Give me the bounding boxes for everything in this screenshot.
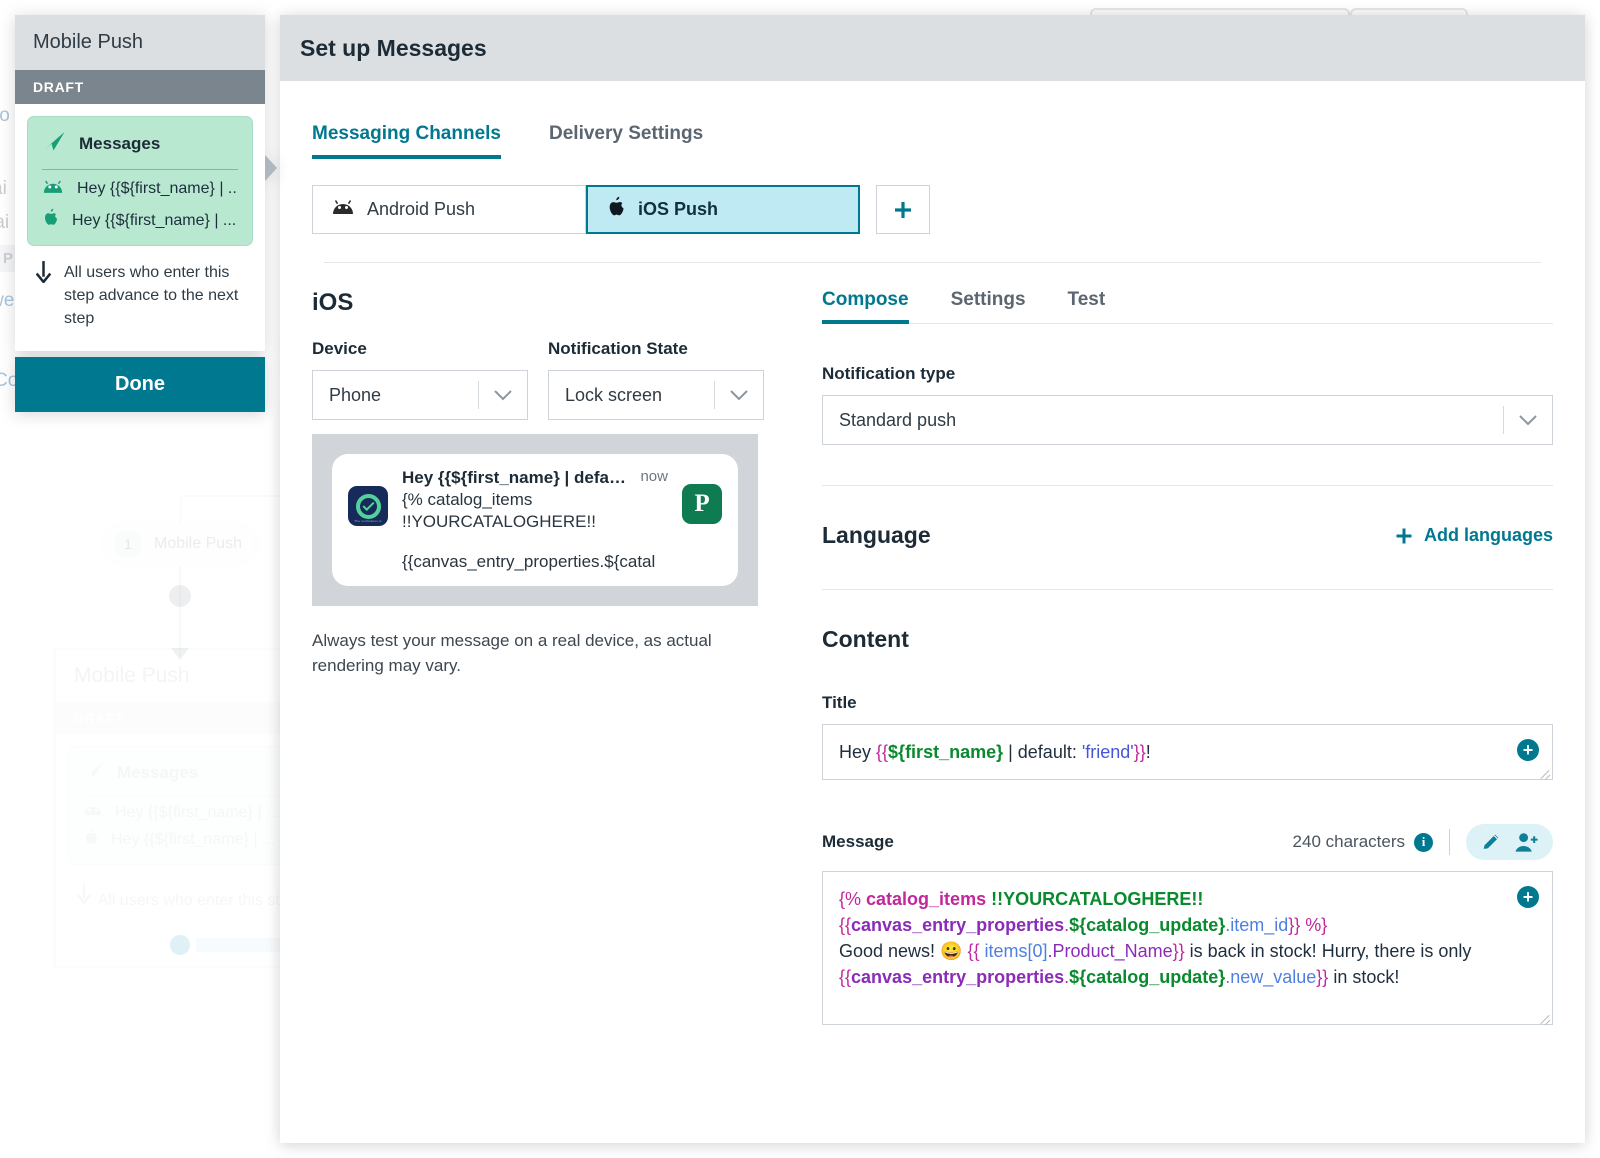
android-icon (42, 179, 64, 199)
down-arrow-icon (33, 260, 54, 331)
message-row-android[interactable]: Hey {{${first_name} | ... (42, 170, 238, 199)
chevron-down-icon (715, 389, 763, 401)
pencil-icon[interactable] (1480, 831, 1502, 853)
title-field-label: Title (822, 693, 857, 712)
step-advance-note: All users who enter this step advance to… (27, 246, 253, 339)
background-canvas-node: 1 Mobile Push (100, 522, 260, 566)
preview-column: iOS Device Phone Notification State Lock… (312, 289, 782, 1025)
down-arrow-icon (74, 884, 98, 909)
character-count-label: 240 characters (1292, 832, 1405, 852)
setup-messages-modal: Set up Messages Messaging Channels Deliv… (280, 15, 1585, 1143)
insert-personalization-message-button[interactable]: + (1517, 886, 1539, 909)
notification-time: now (640, 468, 668, 485)
message-row-ios[interactable]: Hey {{${first_name} | ... (42, 199, 238, 233)
channel-selector: Android Push iOS Push (312, 185, 1553, 234)
step-detail-panel: Mobile Push DRAFT Messages Hey {{${first… (15, 15, 277, 412)
background-message-label: Hey {{${first_name} | ... (115, 803, 280, 821)
notification-thumbnail: P (682, 484, 722, 524)
message-row-label: Hey {{${first_name} | ... (72, 211, 237, 229)
channel-label: iOS Push (638, 199, 719, 219)
apple-icon (83, 828, 99, 852)
tab-compose[interactable]: Compose (822, 289, 909, 324)
notification-type-label: Notification type (822, 364, 956, 383)
add-channel-button[interactable] (876, 185, 930, 234)
background-node-number: 1 (114, 530, 142, 558)
done-button[interactable]: Done (15, 356, 265, 412)
panel-collapse-handle-icon[interactable] (265, 155, 277, 181)
background-edge-word: ai (0, 178, 7, 199)
insert-personalization-title-button[interactable]: + (1517, 739, 1539, 761)
messages-card-title: Messages (79, 133, 161, 153)
messages-card[interactable]: Messages Hey {{${first_name} | ... Hey {… (27, 116, 253, 246)
notification-preview: The notification is Hey {{${first_name} … (312, 434, 758, 606)
channel-android-push[interactable]: Android Push (312, 185, 586, 234)
notification-card: The notification is Hey {{${first_name} … (332, 454, 738, 586)
background-node-label: Mobile Push (154, 535, 243, 552)
compose-column: Compose Settings Test Notification type … (822, 289, 1553, 1026)
plus-icon (895, 201, 911, 218)
message-textarea[interactable]: {% catalog_items !!YOURCATALOGHERE!! {{ca… (822, 871, 1553, 1026)
notification-state-select[interactable]: Lock screen (548, 370, 764, 420)
notification-title: Hey {{${first_name} | default: 'frien... (402, 468, 626, 487)
apple-icon (42, 208, 59, 233)
add-languages-label: Add languages (1423, 525, 1553, 545)
android-icon (331, 199, 355, 220)
info-icon[interactable]: i (1414, 832, 1433, 852)
chevron-down-icon (1504, 414, 1552, 426)
background-card-title: Messages (117, 762, 199, 782)
notification-type-value: Standard push (839, 409, 957, 430)
paper-plane-icon (42, 129, 66, 158)
modal-header: Set up Messages (280, 15, 1585, 81)
background-edge-word: rai (0, 212, 10, 233)
message-tools (1466, 824, 1553, 861)
step-status-badge: DRAFT (15, 70, 265, 104)
tab-test[interactable]: Test (1068, 289, 1106, 323)
plus-icon (1396, 528, 1412, 543)
section-divider (822, 485, 1553, 486)
title-input[interactable]: Hey {{${first_name} | default: 'friend'}… (822, 724, 1553, 781)
device-label: Device (312, 339, 367, 358)
divider (1449, 829, 1450, 856)
add-person-icon[interactable] (1514, 831, 1539, 853)
channel-ios-push[interactable]: iOS Push (586, 185, 860, 234)
background-edge-word: we (0, 290, 15, 311)
paper-plane-icon (83, 759, 105, 786)
channel-label: Android Push (367, 199, 476, 219)
os-heading: iOS (312, 289, 354, 316)
apple-icon (606, 196, 626, 224)
device-value: Phone (329, 384, 382, 405)
add-languages-button[interactable]: Add languages (1394, 525, 1553, 546)
modal-tabs: Messaging Channels Delivery Settings (312, 81, 1553, 159)
tab-delivery-settings[interactable]: Delivery Settings (549, 123, 703, 159)
message-row-label: Hey {{${first_name} | ... (77, 180, 238, 197)
app-icon: The notification is (348, 486, 388, 526)
notification-body-line1: {% catalog_items (402, 490, 533, 509)
content-heading: Content (822, 626, 909, 652)
android-icon (83, 803, 103, 822)
background-edge-word: to (0, 105, 10, 126)
message-resize-handle[interactable] (1539, 1011, 1551, 1023)
title-resize-handle[interactable] (1539, 766, 1551, 778)
device-select[interactable]: Phone (312, 370, 528, 420)
message-field-label: Message (822, 832, 894, 852)
background-message-label: Hey {{${first_name} | ... (111, 831, 276, 848)
notification-state-label: Notification State (548, 339, 688, 358)
tab-messaging-channels[interactable]: Messaging Channels (312, 123, 501, 159)
modal-title: Set up Messages (300, 34, 487, 61)
chevron-down-icon (479, 389, 527, 401)
compose-tabs: Compose Settings Test (822, 289, 1553, 324)
section-divider (822, 589, 1553, 590)
language-heading: Language (822, 522, 931, 548)
notification-type-select[interactable]: Standard push (822, 395, 1553, 445)
tab-settings[interactable]: Settings (951, 289, 1026, 323)
notification-body-line3: {{canvas_entry_properties.${catal (402, 551, 656, 571)
character-count: 240 characters i (1293, 832, 1433, 852)
preview-disclaimer: Always test your message on a real devic… (312, 630, 712, 676)
step-panel-title: Mobile Push (15, 15, 265, 70)
notification-state-value: Lock screen (565, 384, 663, 405)
notification-body-line2: !!YOURCATALOGHERE!! (402, 512, 596, 532)
step-advance-text: All users who enter this step advance to… (64, 264, 239, 328)
